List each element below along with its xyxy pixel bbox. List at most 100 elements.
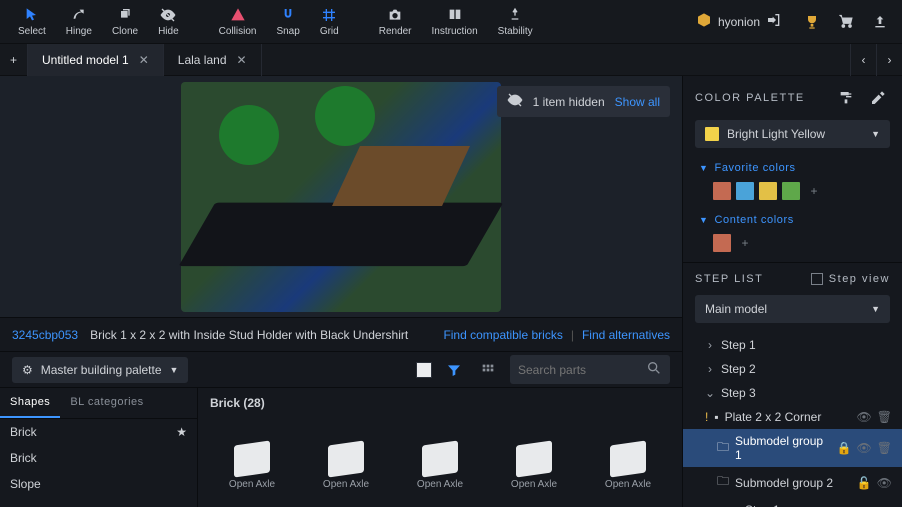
- hinge-icon: [70, 6, 88, 24]
- step-list-title: STEP LIST: [695, 273, 763, 285]
- part-id: 3245cbp053: [12, 328, 78, 342]
- collision-tool[interactable]: Collision: [211, 4, 265, 39]
- search-field[interactable]: [518, 363, 640, 377]
- step-node[interactable]: ›Step 2: [683, 357, 902, 381]
- show-all-link[interactable]: Show all: [615, 95, 660, 109]
- part-node[interactable]: ! ▪ Plate 2 x 2 Corner 👁🗑: [683, 405, 902, 429]
- eye-off-icon[interactable]: 👁: [857, 410, 872, 424]
- paint-roller-icon[interactable]: [834, 86, 858, 110]
- grid-label: Grid: [320, 26, 339, 37]
- select-tool[interactable]: Select: [10, 4, 54, 39]
- filter-icon[interactable]: [442, 358, 466, 382]
- snap-tool[interactable]: Snap: [268, 4, 307, 39]
- hide-label: Hide: [158, 26, 179, 37]
- group-node[interactable]: 🗀 Submodel group 2 🔓👁: [683, 467, 902, 498]
- add-tab-button[interactable]: +: [0, 44, 28, 76]
- eyedropper-icon[interactable]: [866, 86, 890, 110]
- hinge-tool[interactable]: Hinge: [58, 4, 100, 39]
- palette-bar: ⚙ Master building palette ▼: [0, 351, 682, 387]
- close-icon[interactable]: ✕: [139, 53, 149, 67]
- brick-thumb: [328, 440, 364, 477]
- brick-item[interactable]: Open Axle: [396, 418, 484, 490]
- trophy-icon[interactable]: [800, 10, 824, 34]
- current-color-label: Bright Light Yellow: [727, 127, 825, 141]
- viewport-3d[interactable]: 1 item hidden Show all: [0, 76, 682, 317]
- close-icon[interactable]: ✕: [237, 53, 247, 67]
- brick-item[interactable]: Open Axle: [208, 418, 296, 490]
- star-icon: ★: [176, 425, 187, 439]
- book-icon: [446, 6, 464, 24]
- brick-item[interactable]: Open Axle: [584, 418, 672, 490]
- cube-icon: [696, 12, 712, 31]
- group-node[interactable]: 🗀 Submodel group 1 🔒👁🗑: [683, 429, 902, 467]
- stability-tool[interactable]: Stability: [490, 4, 541, 39]
- content-colors-header[interactable]: ▼Content colors: [683, 210, 902, 230]
- brick-item[interactable]: Open Axle: [490, 418, 578, 490]
- instruction-tool[interactable]: Instruction: [424, 4, 486, 39]
- color-swatch[interactable]: [713, 234, 731, 252]
- color-swatch[interactable]: [782, 182, 800, 200]
- cursor-icon: [23, 6, 41, 24]
- search-parts-input[interactable]: [510, 355, 670, 384]
- content-swatches: +: [683, 230, 902, 262]
- cart-icon[interactable]: [834, 10, 858, 34]
- eye-off-icon[interactable]: 👁: [857, 441, 872, 455]
- lock-open-icon[interactable]: 🔓: [857, 476, 872, 490]
- folder-icon: 🗀: [717, 472, 729, 493]
- trash-icon[interactable]: 🗑: [877, 441, 892, 455]
- chevron-down-icon: ▼: [170, 365, 179, 375]
- clone-tool[interactable]: Clone: [104, 4, 146, 39]
- brick-item[interactable]: Open Axle: [302, 418, 390, 490]
- color-swatch[interactable]: [713, 182, 731, 200]
- current-color-dropdown[interactable]: Bright Light Yellow ▼: [695, 120, 890, 148]
- logout-icon: [766, 12, 782, 31]
- step-view-toggle[interactable]: Step view: [811, 273, 890, 285]
- clone-icon: [116, 6, 134, 24]
- tab-model-1[interactable]: Untitled model 1 ✕: [28, 44, 164, 76]
- find-alternatives-link[interactable]: Find alternatives: [582, 328, 670, 342]
- shape-row[interactable]: Brick★: [0, 419, 197, 445]
- shapes-tab[interactable]: Shapes: [0, 388, 60, 418]
- part-description: Brick 1 x 2 x 2 with Inside Stud Holder …: [90, 328, 408, 342]
- eye-off-icon[interactable]: 👁: [877, 476, 892, 490]
- select-label: Select: [18, 26, 46, 37]
- checkbox-icon: [811, 273, 823, 285]
- favorites-header[interactable]: ▼Favorite colors: [683, 158, 902, 178]
- color-square[interactable]: [416, 362, 432, 378]
- brick-grid-header: Brick (28): [198, 388, 682, 418]
- step-node[interactable]: ⌄Step 3: [683, 381, 902, 405]
- stability-icon: [506, 6, 524, 24]
- color-palette-header: COLOR PALETTE: [683, 76, 902, 120]
- color-swatch[interactable]: [736, 182, 754, 200]
- lock-icon[interactable]: 🔒: [837, 441, 852, 455]
- step-node[interactable]: ›Step 1: [683, 498, 902, 507]
- user-pill[interactable]: hyonion: [688, 8, 790, 35]
- username: hyonion: [718, 15, 760, 29]
- step-node[interactable]: ›Step 1: [683, 333, 902, 357]
- palette-dropdown[interactable]: ⚙ Master building palette ▼: [12, 357, 188, 383]
- color-swatch[interactable]: [759, 182, 777, 200]
- search-icon: [646, 360, 662, 379]
- trash-icon[interactable]: 🗑: [877, 410, 892, 424]
- bl-categories-tab[interactable]: BL categories: [60, 388, 153, 418]
- brick-grid-panel: Brick (28) Open Axle Open Axle Open Axle…: [198, 388, 682, 507]
- shape-row[interactable]: Brick: [0, 445, 197, 471]
- hide-tool[interactable]: Hide: [150, 4, 187, 39]
- hinge-label: Hinge: [66, 26, 92, 37]
- add-content-color-icon[interactable]: +: [736, 234, 754, 252]
- tab-lala-land[interactable]: Lala land ✕: [164, 44, 262, 76]
- grid-view-icon[interactable]: [476, 358, 500, 382]
- find-compatible-link[interactable]: Find compatible bricks: [443, 328, 562, 342]
- grid-tool[interactable]: Grid: [312, 4, 347, 39]
- add-favorite-icon[interactable]: +: [805, 182, 823, 200]
- tab-label: Lala land: [178, 53, 227, 67]
- brick-thumb: [422, 440, 458, 477]
- shape-row[interactable]: Slope: [0, 471, 197, 497]
- tab-prev[interactable]: ‹: [850, 44, 876, 76]
- eye-off-icon: [507, 92, 523, 111]
- model-dropdown[interactable]: Main model ▼: [695, 295, 890, 323]
- render-tool[interactable]: Render: [371, 4, 420, 39]
- upload-icon[interactable]: [868, 10, 892, 34]
- tab-next[interactable]: ›: [876, 44, 902, 76]
- snap-icon: [279, 6, 297, 24]
